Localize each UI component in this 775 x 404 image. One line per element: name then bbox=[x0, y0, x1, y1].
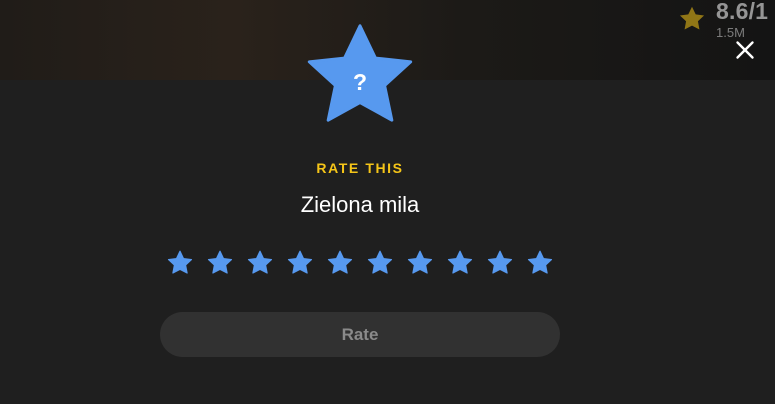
rating-star-1[interactable] bbox=[165, 248, 195, 278]
rating-star-7[interactable] bbox=[405, 248, 435, 278]
star-rating-row bbox=[165, 248, 555, 278]
rating-star-3[interactable] bbox=[245, 248, 275, 278]
rating-star-9[interactable] bbox=[485, 248, 515, 278]
rating-star-8[interactable] bbox=[445, 248, 475, 278]
close-icon[interactable] bbox=[733, 38, 757, 62]
rating-star-4[interactable] bbox=[285, 248, 315, 278]
rating-star-6[interactable] bbox=[365, 248, 395, 278]
hero-question-mark: ? bbox=[352, 69, 368, 95]
rating-star-5[interactable] bbox=[325, 248, 355, 278]
background-rating-score: 8.6/1 bbox=[716, 0, 769, 24]
background-imdb-rating: 8.6/1 1.5M bbox=[675, 0, 775, 44]
star-icon bbox=[679, 6, 705, 30]
rating-star-10[interactable] bbox=[525, 248, 555, 278]
rating-star-2[interactable] bbox=[205, 248, 235, 278]
rate-this-label: RATE THIS bbox=[316, 160, 404, 176]
rate-button[interactable]: Rate bbox=[160, 312, 560, 357]
movie-title: Zielona mila bbox=[300, 192, 420, 217]
